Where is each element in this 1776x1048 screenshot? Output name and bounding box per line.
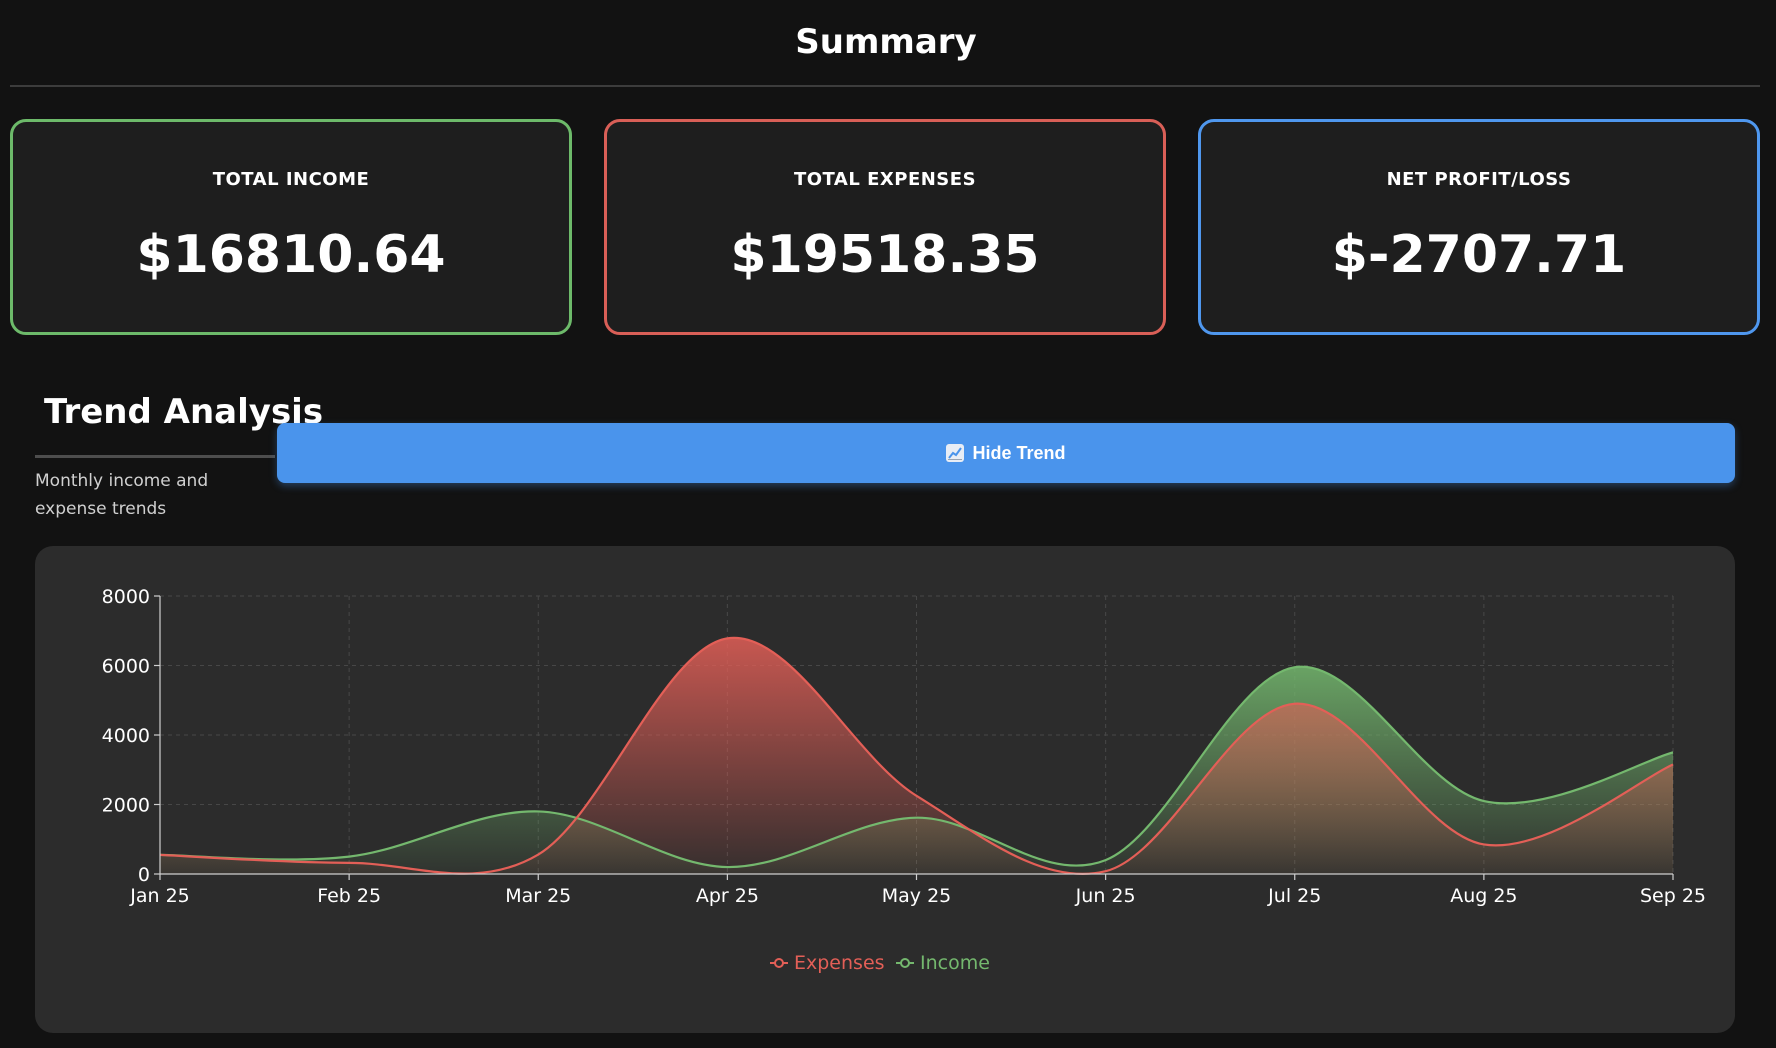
total-income-card: TOTAL INCOME $16810.64: [10, 119, 572, 335]
y-tick-label: 2000: [102, 795, 150, 817]
total-expenses-card: TOTAL EXPENSES $19518.35: [604, 119, 1166, 335]
trend-title-underline: [35, 455, 275, 458]
expenses-legend-label: Expenses: [794, 952, 885, 974]
hide-trend-label: Hide Trend: [972, 442, 1066, 463]
net-profit-loss-value: $-2707.71: [1331, 225, 1627, 285]
trend-chart-panel: 0 2000 4000 6000 8000 Jan 25 Feb 25 Mar 25 Apr 2…: [35, 546, 1735, 1033]
summary-divider: [10, 85, 1760, 87]
total-income-label: TOTAL INCOME: [212, 169, 370, 190]
y-tick-label: 4000: [102, 725, 150, 747]
chart-increasing-icon: [946, 444, 965, 462]
income-legend-label: Income: [920, 952, 990, 974]
income-legend-marker: [900, 958, 910, 968]
y-tick-label: 0: [138, 864, 150, 886]
y-tick-label: 8000: [102, 586, 150, 608]
expenses-legend-marker: [774, 958, 784, 968]
y-tick-label: 6000: [102, 656, 150, 678]
trend-subtitle: Monthly income and expense trends: [35, 471, 209, 519]
x-tick-label: May 25: [882, 885, 952, 907]
expenses-area: [160, 637, 1673, 874]
x-tick-label: Mar 25: [505, 885, 571, 907]
x-tick-label: Jan 25: [129, 885, 190, 907]
summary-title: Summary: [795, 22, 977, 62]
x-tick-label: Jul 25: [1267, 885, 1321, 907]
x-tick-label: Feb 25: [317, 885, 381, 907]
total-expenses-label: TOTAL EXPENSES: [793, 169, 977, 190]
hide-trend-button[interactable]: Hide Trend: [277, 423, 1735, 483]
total-income-value: $16810.64: [136, 225, 446, 285]
x-tick-label: Sep 25: [1640, 885, 1706, 907]
net-profit-loss-card: NET PROFIT/LOSS $-2707.71: [1198, 119, 1760, 335]
x-tick-label: Apr 25: [696, 885, 759, 907]
net-profit-loss-label: NET PROFIT/LOSS: [1386, 169, 1572, 190]
trend-chart: 0 2000 4000 6000 8000 Jan 25 Feb 25 Mar 25 Apr 2…: [102, 586, 1706, 974]
x-tick-label: Jun 25: [1075, 885, 1136, 907]
total-expenses-value: $19518.35: [730, 225, 1040, 285]
x-tick-label: Aug 25: [1450, 885, 1517, 907]
dashboard-page: Summary TOTAL INCOME $16810.64 TOTAL EXP…: [0, 0, 1776, 1048]
